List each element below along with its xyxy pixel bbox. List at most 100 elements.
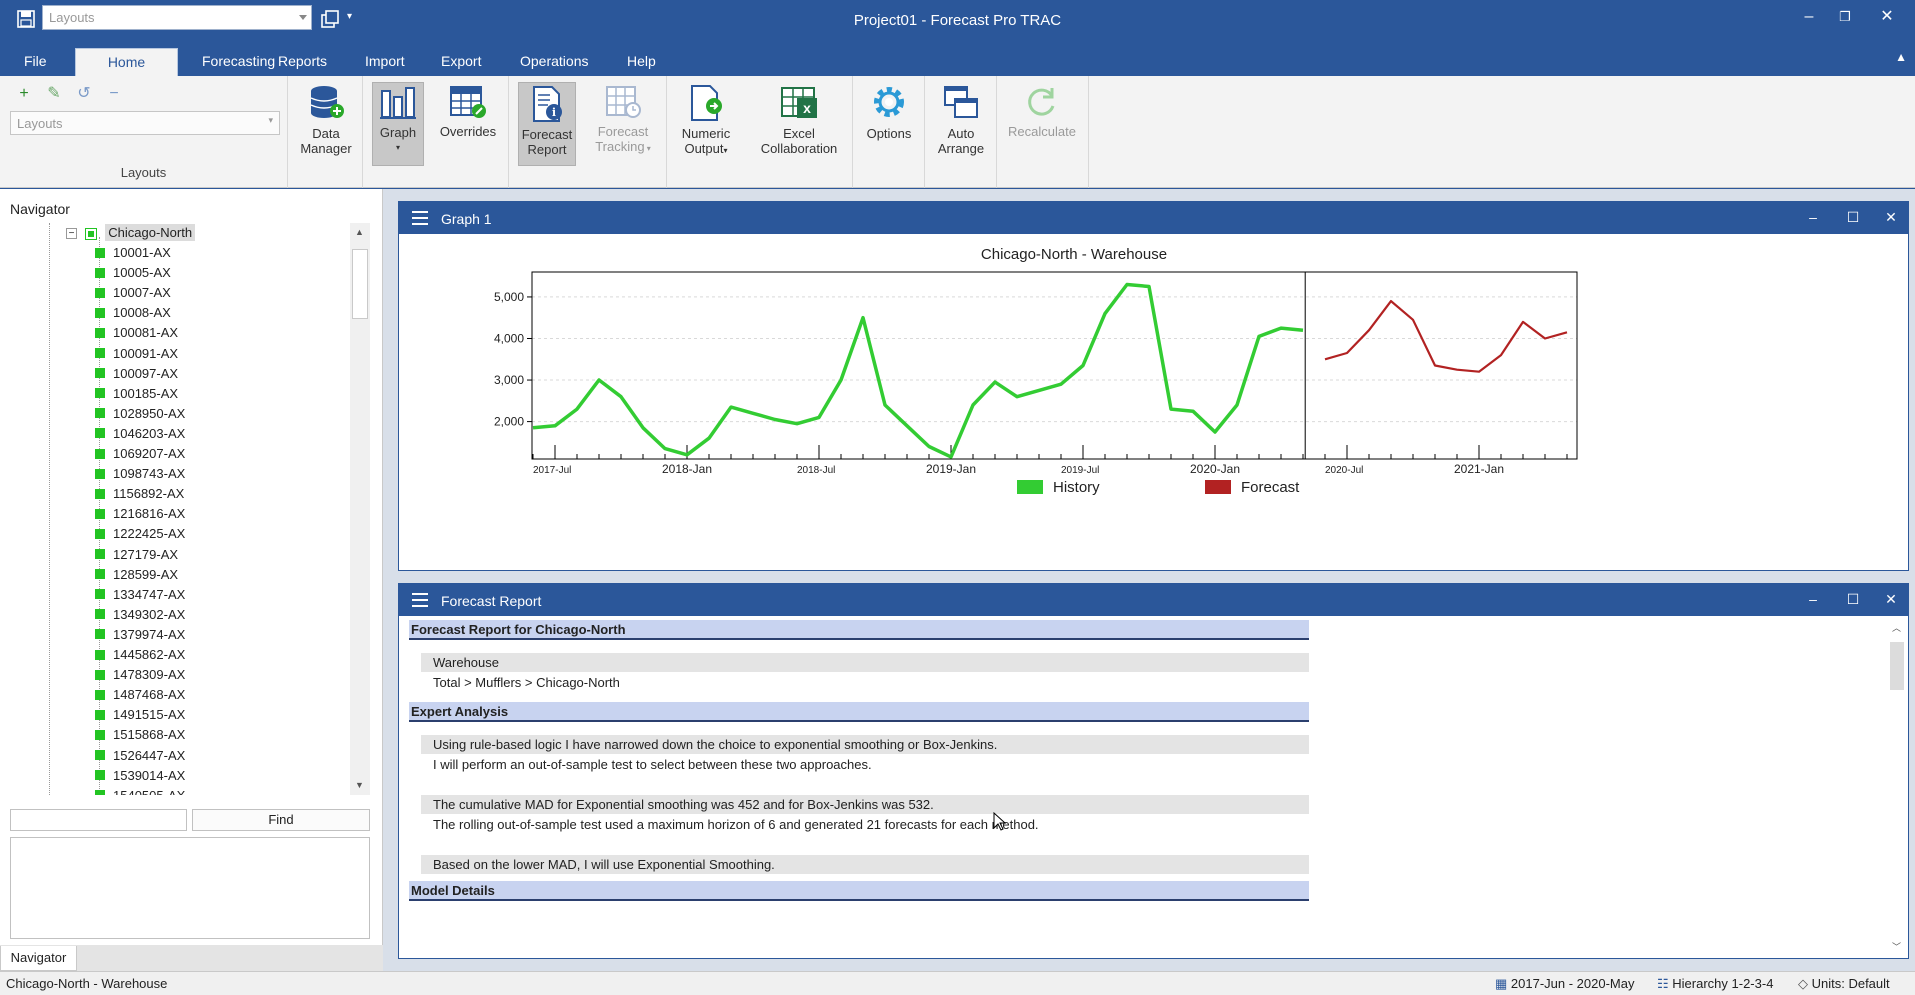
tree-leaf-item[interactable]: 128599-AX <box>95 565 178 585</box>
undo-icon[interactable]: ↺ <box>74 84 94 104</box>
scroll-up-icon[interactable]: ▲ <box>351 224 368 241</box>
find-button[interactable]: Find <box>192 809 370 831</box>
scroll-down-icon[interactable]: ▼ <box>351 777 368 794</box>
tree-leaf-item[interactable]: 1515868-AX <box>95 725 185 745</box>
tree-leaf-item[interactable]: 1222425-AX <box>95 524 185 544</box>
hamburger-menu-icon[interactable] <box>412 593 428 607</box>
minimize-button[interactable]: – <box>1791 4 1827 30</box>
auto-arrange-button[interactable]: Auto Arrange <box>930 82 992 166</box>
tree-node-chicago-north[interactable]: − Chicago-North <box>66 223 196 243</box>
tree-leaf-item[interactable]: 1478309-AX <box>95 665 185 685</box>
find-input[interactable] <box>10 809 187 831</box>
navigator-scrollbar[interactable]: ▲ ▼ <box>350 223 370 795</box>
tree-leaf-label: 1515868-AX <box>113 727 186 743</box>
restore-button[interactable]: ❐ <box>1827 4 1863 30</box>
tree-leaf-item[interactable]: 10008-AX <box>95 303 171 323</box>
layouts-combo[interactable]: Layouts ▾ <box>10 111 280 135</box>
report-pane-title: Forecast Report <box>441 593 542 609</box>
collapse-ribbon-icon[interactable]: ▲ <box>1895 50 1907 64</box>
scroll-thumb[interactable] <box>1890 642 1904 690</box>
tab-help[interactable]: Help <box>615 48 668 76</box>
add-icon[interactable]: + <box>14 84 34 104</box>
tree-leaf-label: 10007-AX <box>113 285 171 301</box>
tree-leaf-item[interactable]: 1539014-AX <box>95 766 185 786</box>
forecast-tracking-button[interactable]: Forecast Tracking ▾ <box>586 82 660 166</box>
tree-leaf-item[interactable]: 1540505-AX <box>95 786 185 795</box>
tree-leaf-item[interactable]: 1379974-AX <box>95 625 185 645</box>
tree-leaf-item[interactable]: 1445862-AX <box>95 645 185 665</box>
green-square-icon <box>95 770 105 781</box>
forecast-tracking-label-1: Forecast <box>597 124 649 139</box>
numeric-output-button[interactable]: Numeric Output▾ <box>672 82 740 166</box>
status-period[interactable]: ▦ 2017-Jun - 2020-May <box>1495 976 1634 992</box>
edit-icon[interactable]: ✎ <box>44 84 64 104</box>
options-button[interactable]: Options <box>858 82 920 166</box>
green-square-icon <box>95 609 105 620</box>
database-icon <box>310 86 344 118</box>
tree-leaf-item[interactable]: 10001-AX <box>95 243 171 263</box>
tree-leaf-item[interactable]: 1487468-AX <box>95 685 185 705</box>
tab-operations[interactable]: Operations <box>508 48 600 76</box>
scroll-up-icon[interactable]: ︿ <box>1888 620 1905 637</box>
tree-leaf-item[interactable]: 1491515-AX <box>95 705 185 725</box>
auto-arrange-icon <box>944 86 978 118</box>
scroll-down-icon[interactable]: ﹀ <box>1888 939 1905 956</box>
excel-collaboration-label-2: Collaboration <box>760 141 838 156</box>
tree-leaf-item[interactable]: 1526447-AX <box>95 746 185 766</box>
tree-leaf-item[interactable]: 127179-AX <box>95 545 178 565</box>
tree-leaf-item[interactable]: 1069207-AX <box>95 444 185 464</box>
tree-leaf-label: 1156892-AX <box>113 486 185 502</box>
overrides-button[interactable]: Overrides <box>436 82 500 166</box>
collapse-node-icon[interactable]: − <box>66 228 77 240</box>
pane-close-button[interactable]: ✕ <box>1876 588 1906 610</box>
tree-leaf-item[interactable]: 1028950-AX <box>95 404 185 424</box>
tab-home[interactable]: Home <box>75 48 178 76</box>
hierarchy-icon: ☷ <box>1657 976 1673 991</box>
pane-maximize-button[interactable]: ☐ <box>1838 588 1868 610</box>
tree-leaf-item[interactable]: 1334747-AX <box>95 585 185 605</box>
tree-leaf-item[interactable]: 10007-AX <box>95 283 171 303</box>
scroll-thumb[interactable] <box>352 249 368 319</box>
tree-leaf-item[interactable]: 100091-AX <box>95 344 178 364</box>
tab-file[interactable]: File <box>12 48 59 76</box>
tree-leaf-label: 1334747-AX <box>113 586 186 602</box>
tree-leaf-item[interactable]: 1046203-AX <box>95 424 185 444</box>
status-hierarchy[interactable]: ☷ Hierarchy 1-2-3-4 <box>1657 976 1773 992</box>
tree-leaf-item[interactable]: 1156892-AX <box>95 484 184 504</box>
green-square-icon <box>95 468 105 479</box>
tree-leaf-item[interactable]: 100185-AX <box>95 384 178 404</box>
status-bar: Chicago-North - Warehouse ▦ 2017-Jun - 2… <box>0 971 1915 995</box>
tree-leaf-item[interactable]: 100097-AX <box>95 364 178 384</box>
hamburger-menu-icon[interactable] <box>412 211 428 225</box>
close-button[interactable]: ✕ <box>1869 4 1905 30</box>
status-units[interactable]: ◇ Units: Default <box>1798 976 1890 992</box>
app-title: Project01 - Forecast Pro TRAC <box>853 12 1062 29</box>
numeric-output-label-1: Numeric <box>681 126 731 141</box>
pane-minimize-button[interactable]: – <box>1798 206 1828 228</box>
report-scrollbar[interactable]: ︿ ﹀ <box>1886 618 1908 958</box>
pane-maximize-button[interactable]: ☐ <box>1838 206 1868 228</box>
tree-node-label: Chicago-North <box>105 224 196 241</box>
tab-import[interactable]: Import <box>353 48 417 76</box>
tree-leaf-item[interactable]: 1216816-AX <box>95 504 185 524</box>
tracking-icon <box>606 86 641 118</box>
tab-reports[interactable]: Reports <box>266 48 339 76</box>
status-item-label: Chicago-North - Warehouse <box>6 976 168 991</box>
tab-navigator[interactable]: Navigator <box>0 946 77 971</box>
forecast-report-button[interactable]: i Forecast Report <box>518 82 576 166</box>
tree-leaf-item[interactable]: 10005-AX <box>95 263 171 283</box>
recalculate-button[interactable]: Recalculate <box>1002 82 1082 166</box>
excel-collaboration-button[interactable]: x Excel Collaboration <box>752 82 846 166</box>
data-manager-button[interactable]: Data Manager <box>294 82 358 166</box>
tree-leaf-item[interactable]: 1098743-AX <box>95 464 185 484</box>
tree-leaf-item[interactable]: 1349302-AX <box>95 605 185 625</box>
green-square-icon <box>95 307 105 318</box>
tree-leaf-item[interactable]: 100081-AX <box>95 323 178 343</box>
graph-button[interactable]: Graph ▾ <box>372 82 424 166</box>
tab-export[interactable]: Export <box>429 48 493 76</box>
remove-icon[interactable]: − <box>104 84 124 104</box>
pane-minimize-button[interactable]: – <box>1798 588 1828 610</box>
tree-leaf-label: 1028950-AX <box>113 405 186 421</box>
pane-close-button[interactable]: ✕ <box>1876 206 1906 228</box>
x-tick-label: 2018-Jan <box>662 462 712 476</box>
